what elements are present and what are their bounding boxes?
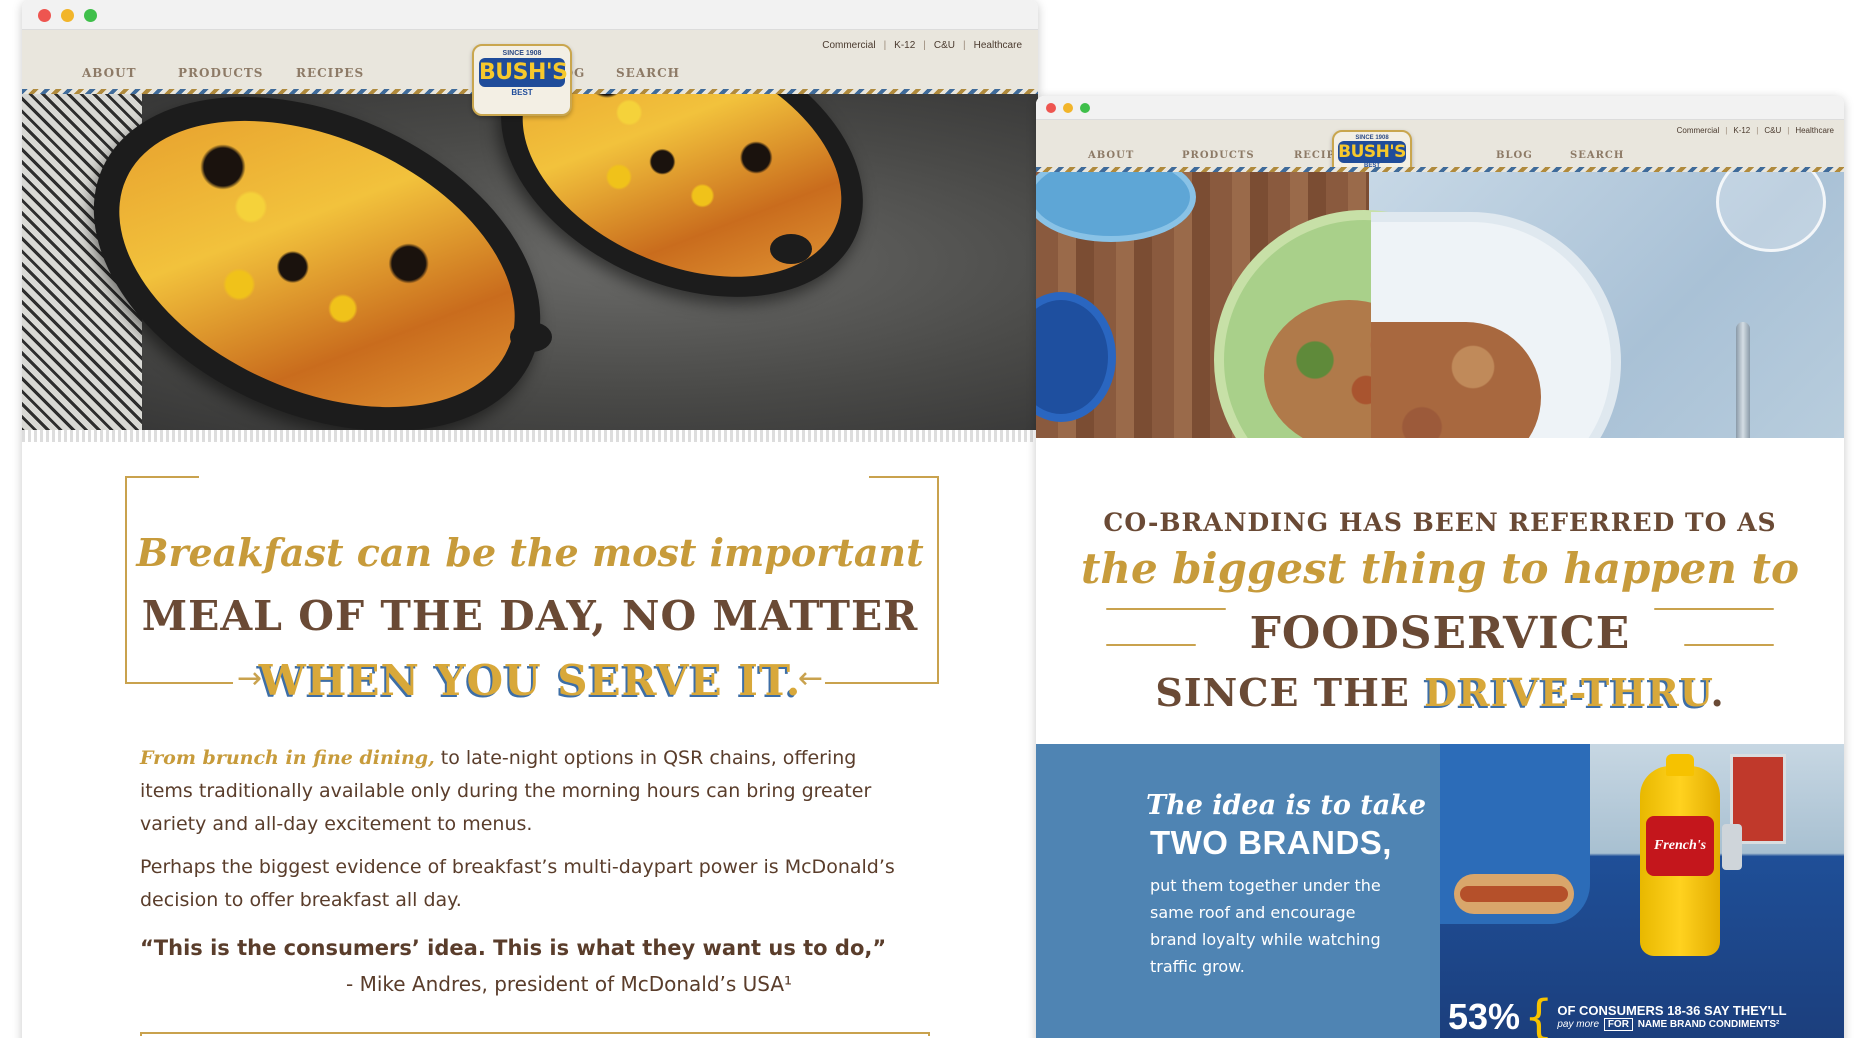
left-content: → ← Breakfast can be the most important … [0, 0, 1040, 1038]
hotdog-graphic [1454, 874, 1574, 914]
headline-line4-prefix: SINCE THE [1155, 670, 1425, 715]
article-body: From brunch in fine dining, to late-nigh… [140, 742, 900, 927]
window-titlebar [1036, 96, 1844, 120]
stat-pay-more: pay more [1557, 1019, 1600, 1030]
lead-script: From brunch in fine dining, [140, 747, 435, 769]
maximize-window-button[interactable] [1080, 103, 1090, 113]
hero-image-co-branding-plates [1036, 172, 1844, 438]
link-commercial[interactable]: Commercial [1677, 126, 1720, 135]
link-k12[interactable]: K-12 [1733, 126, 1750, 135]
headline-highlight: DRIVE-THRU [1424, 670, 1711, 715]
stat-name-brand: NAME BRAND CONDIMENTS² [1637, 1019, 1780, 1030]
logo-best-text: BEST [511, 88, 533, 97]
headline-line2: MEAL OF THE DAY, NO MATTER [141, 592, 919, 640]
quote-text: “This is the consumers’ idea. This is wh… [140, 936, 887, 960]
mustard-label: French's [1646, 816, 1714, 876]
mustard-bottle-graphic: French's [1640, 754, 1720, 956]
logo-since-text: SINCE 1908 [502, 50, 542, 57]
stat-percent: 53% [1448, 996, 1521, 1037]
stat-for-box: FOR [1603, 1018, 1633, 1031]
callout-script: The idea is to take [1146, 790, 1427, 821]
nav-about[interactable]: ABOUT [1088, 150, 1134, 161]
headline-line4-suffix: . [1710, 670, 1725, 715]
bushs-logo[interactable]: SINCE 1908 BUSH'S BEST [472, 44, 572, 116]
logo-brand-text: BUSH'S [479, 58, 568, 87]
blue-callout-band: The idea is to take TWO BRANDS, put them… [1036, 744, 1440, 1038]
link-healthcare[interactable]: Healthcare [1795, 126, 1834, 135]
close-window-button[interactable] [1046, 103, 1056, 113]
headline-line4: SINCE THE DRIVE-THRU. [1036, 670, 1844, 715]
callout-box-edge [140, 1032, 930, 1036]
headline-line1: CO-BRANDING HAS BEEN REFERRED TO AS [1103, 508, 1777, 537]
frenchs-ad-image: French's 53% { OF CONSUMERS 18-36 SAY TH… [1440, 744, 1844, 1038]
headline-line3: WHEN YOU SERVE IT. [258, 656, 802, 705]
headline-script: the biggest thing to happen to [1081, 544, 1799, 593]
browser-window-right: Commercial | K-12 | C&U | Healthcare ABOUT … [1036, 96, 1844, 1038]
fork-graphic [1736, 322, 1750, 438]
headline-line3: FOODSERVICE [1249, 608, 1631, 659]
stat-line2: pay more FOR NAME BRAND CONDIMENTS² [1557, 1018, 1786, 1031]
shaker-graphic [1722, 824, 1742, 870]
site-header: Commercial | K-12 | C&U | Healthcare ABOUT … [1036, 120, 1844, 186]
headline-script: Breakfast can be the most important [136, 530, 924, 575]
minimize-window-button[interactable] [1063, 103, 1073, 113]
nav-blog[interactable]: BLOG [1496, 150, 1533, 161]
paragraph-2: Perhaps the biggest evidence of breakfas… [140, 856, 895, 911]
paragraph-1: From brunch in fine dining, to late-nigh… [140, 742, 900, 841]
utility-links: Commercial | K-12 | C&U | Healthcare [1676, 126, 1834, 135]
callout-text: put them together under the same roof an… [1150, 876, 1381, 976]
callout-bold: TWO BRANDS, [1150, 824, 1392, 861]
nav-search[interactable]: SEARCH [1570, 150, 1624, 161]
stat-callout: 53% { OF CONSUMERS 18-36 SAY THEY'LL pay… [1448, 990, 1787, 1038]
nav-products[interactable]: PRODUCTS [1182, 150, 1255, 161]
quote-attribution: - Mike Andres, president of McDonald’s U… [346, 972, 793, 996]
brace-icon: { [1524, 990, 1554, 1038]
logo-brand-text: BUSH'S [1338, 141, 1406, 163]
stat-line1: OF CONSUMERS 18-36 SAY THEY'LL [1557, 1003, 1787, 1018]
link-cu[interactable]: C&U [1764, 126, 1781, 135]
